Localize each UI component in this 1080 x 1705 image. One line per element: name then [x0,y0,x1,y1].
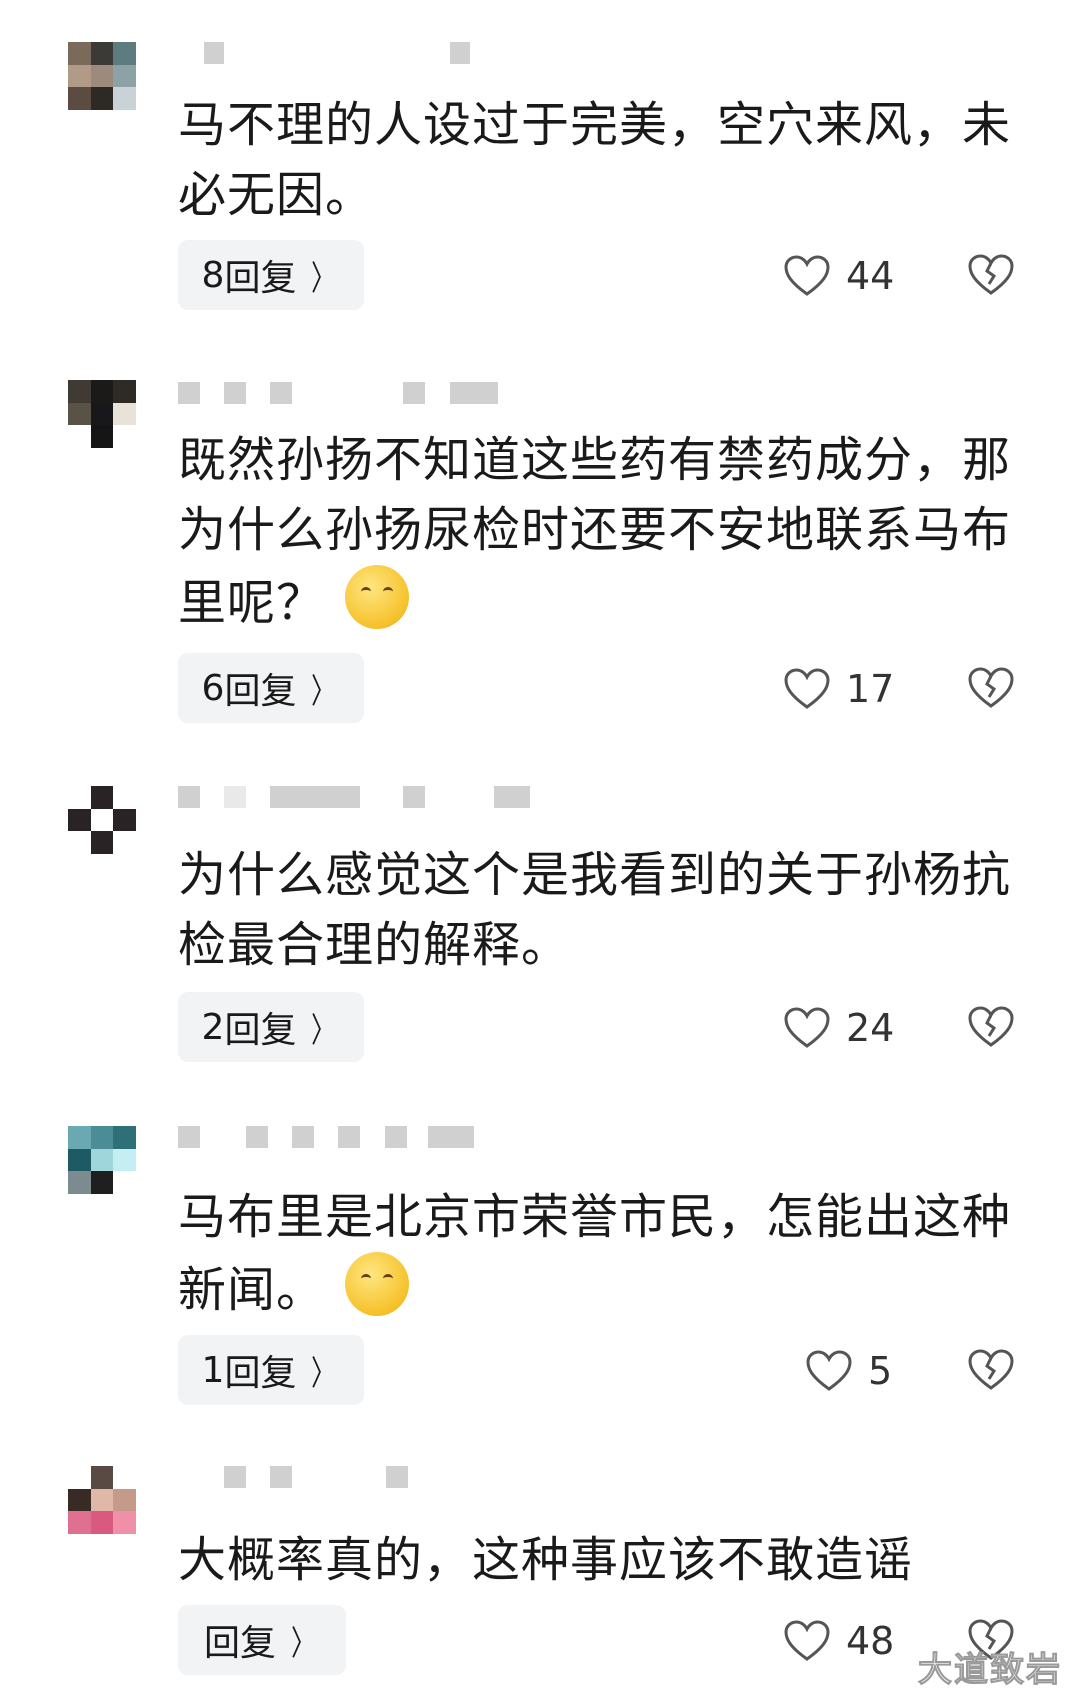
broken-heart-icon[interactable] [968,254,1014,296]
chevron-right-icon: 〉 [311,1353,336,1394]
heart-outline-icon [784,1007,830,1048]
reply-label: 回复 [224,671,297,712]
thinking-face-emoji-icon [345,565,410,629]
comment-text: 大概率真的，这种事应该不敢造谣 [178,1532,914,1588]
reply-label: 回复 [224,1353,297,1394]
like-count: 48 [846,1619,895,1663]
reply-button[interactable]: 2 回复〉 [178,992,364,1062]
hand-over-mouth-emoji-icon [345,1252,410,1316]
username-blurred[interactable] [178,42,538,68]
reply-button[interactable]: 1 回复〉 [178,1335,364,1405]
comment-body: 马布里是北京市荣誉市民，怎能出这种新闻。 [178,1189,1012,1318]
heart-outline-icon [784,668,830,709]
username-blurred[interactable] [178,786,538,812]
avatar[interactable] [68,42,136,110]
like-count: 24 [846,1006,895,1050]
heart-outline-icon [806,1350,852,1391]
avatar[interactable] [68,1126,136,1194]
username-blurred[interactable] [178,1126,538,1152]
like-button[interactable]: 5 [806,1349,892,1393]
heart-outline-icon [784,1620,830,1661]
comment-text: 马不理的人设过于完美，空穴来风，未必无因。 [178,97,1012,223]
comment-body: 既然孙扬不知道这些药有禁药成分，那为什么孙扬尿检时还要不安地联系马布里呢？ [178,432,1012,631]
reply-count: 6 [201,667,225,709]
comment-text: 为什么感觉这个是我看到的关于孙杨抗检最合理的解释。 [178,847,1012,973]
broken-heart-icon[interactable] [968,1349,1014,1391]
username-blurred[interactable] [178,1466,538,1492]
like-button[interactable]: 44 [784,254,894,298]
comment-text: 既然孙扬不知道这些药有禁药成分，那为什么孙扬尿检时还要不安地联系马布里呢？ [178,425,1018,638]
reply-count: 2 [201,1006,225,1048]
like-button[interactable]: 48 [784,1619,894,1663]
reply-button[interactable]: 6 回复〉 [178,653,364,723]
reply-button[interactable]: 8 回复〉 [178,240,364,310]
chevron-right-icon: 〉 [311,258,336,299]
like-button[interactable]: 24 [784,1006,894,1050]
heart-outline-icon [784,255,830,296]
reply-label: 回复 [224,258,297,299]
reply-count: 1 [201,1349,225,1391]
username-blurred[interactable] [178,382,538,408]
like-count: 44 [846,254,895,298]
like-button[interactable]: 17 [784,667,894,711]
broken-heart-icon[interactable] [968,667,1014,709]
chevron-right-icon: 〉 [311,1010,336,1051]
reply-button[interactable]: 回复〉 [178,1605,346,1675]
reply-count: 8 [201,254,225,296]
broken-heart-icon[interactable] [968,1006,1014,1048]
avatar[interactable] [68,1466,136,1534]
reply-label: 回复 [224,1010,297,1051]
comment-text: 马布里是北京市荣誉市民，怎能出这种新闻。 [178,1182,1018,1325]
avatar[interactable] [68,786,136,854]
reply-label: 回复 [203,1623,276,1664]
chevron-right-icon: 〉 [311,671,336,712]
watermark: 大道致岩 [918,1650,1062,1691]
avatar[interactable] [68,380,136,448]
like-count: 17 [846,667,895,711]
chevron-right-icon: 〉 [291,1623,315,1664]
like-count: 5 [868,1349,893,1393]
